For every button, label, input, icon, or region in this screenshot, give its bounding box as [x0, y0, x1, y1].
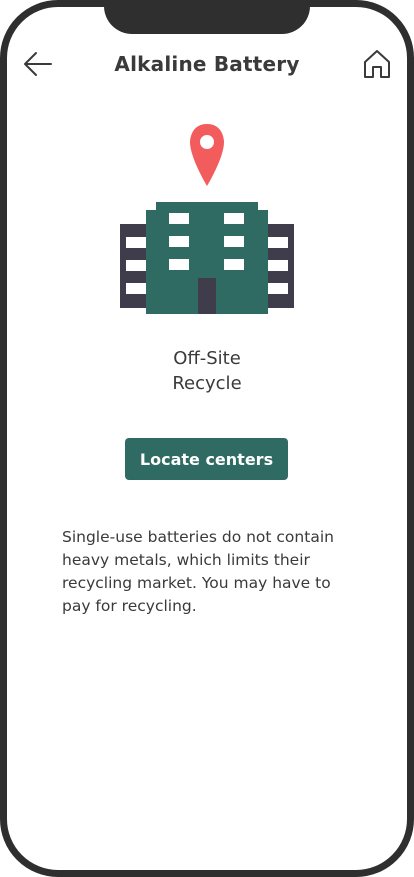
location-type-line-1: Off-Site	[173, 348, 241, 369]
app-header: Alkaline Battery	[0, 44, 414, 88]
page-title: Alkaline Battery	[114, 52, 300, 76]
location-type-line-2: Recycle	[172, 373, 242, 394]
offsite-recycle-illustration	[118, 124, 296, 316]
home-button[interactable]	[361, 48, 393, 80]
location-type-label: Off-Site Recycle	[0, 346, 414, 396]
battery-description: Single-use batteries do not contain heav…	[62, 528, 334, 615]
home-icon	[364, 50, 390, 78]
device-notch	[104, 0, 310, 34]
office-building-icon	[120, 202, 294, 314]
location-pin-icon	[190, 124, 224, 186]
locate-centers-button[interactable]: Locate centers	[125, 438, 288, 480]
